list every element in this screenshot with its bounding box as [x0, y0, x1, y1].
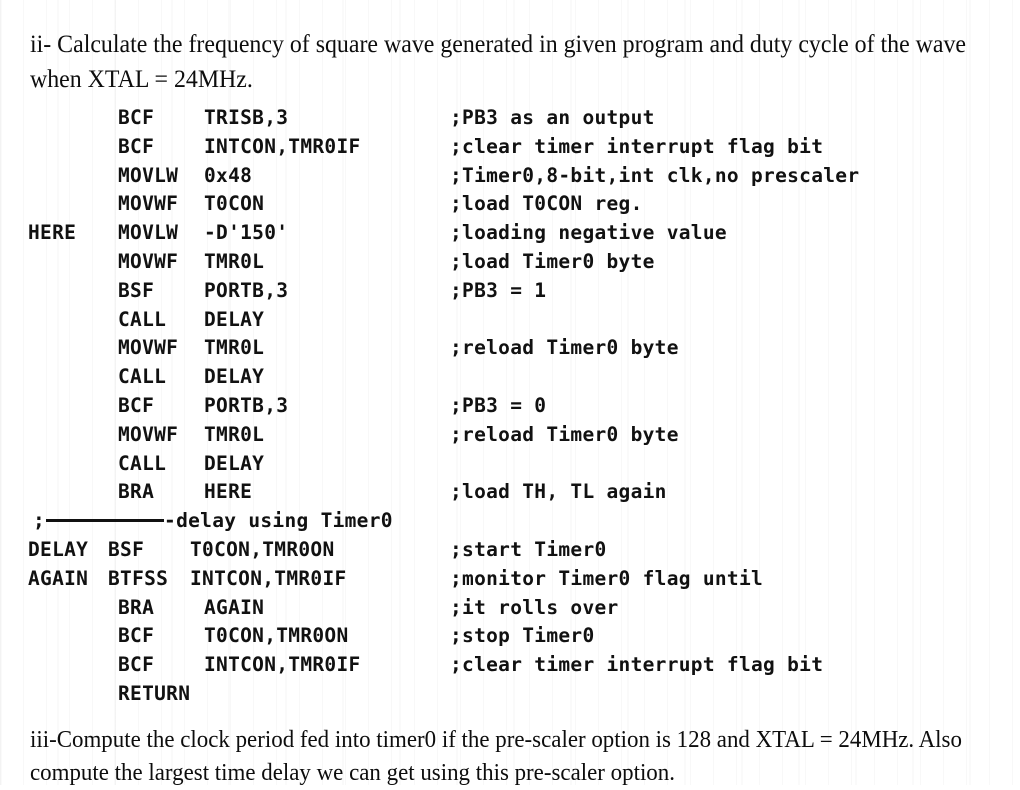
code-line: BRA HERE ;load TH, TL again	[0, 478, 1020, 507]
code-line: MOVWF TMR0L ;load Timer0 byte	[0, 248, 1020, 277]
code-comment: ;PB3 = 0	[450, 393, 547, 417]
code-comment: ;reload Timer0 byte	[450, 422, 679, 446]
intro-paragraph: ii- Calculate the frequency of square wa…	[30, 31, 973, 93]
code-line: MOVWF TMR0L ;reload Timer0 byte	[0, 421, 1020, 450]
code-line: BCF PORTB,3 ;PB3 = 0	[0, 392, 1020, 421]
code-line: HERE MOVLW -D'150' ;loading negative value	[0, 219, 1020, 248]
code-comment: ;load T0CON reg.	[450, 192, 643, 216]
code-line: CALL DELAY	[0, 363, 1020, 392]
assembly-code-listing: BCF TRISB,3 ;PB3 as an output BCF INTCON,TMR…	[0, 104, 1020, 709]
code-mnemonic: CALL	[118, 451, 167, 475]
separator-text: -delay using Timer0	[164, 509, 393, 533]
code-operand: TMR0L	[204, 336, 265, 360]
code-operand: DELAY	[204, 365, 265, 389]
code-mnemonic: BRA	[118, 480, 155, 504]
scanned-page: ii- Calculate the frequency of square wa…	[0, 0, 1020, 786]
code-line: MOVLW 0x48 ;Timer0,8-bit,int clk,no presca…	[0, 162, 1020, 191]
code-mnemonic: BCF	[118, 106, 155, 129]
code-operand: T0CON,TMR0ON	[190, 537, 335, 561]
code-mnemonic: BTFSS	[108, 566, 169, 590]
code-operand: AGAIN	[204, 595, 265, 619]
code-line: AGAIN BTFSS INTCON,TMR0IF ;monitor Timer0 f…	[0, 565, 1020, 594]
code-comment: ;monitor Timer0 flag until	[450, 566, 764, 590]
code-label: HERE	[28, 221, 77, 245]
code-operand: TMR0L	[204, 249, 265, 273]
code-label: AGAIN	[28, 566, 89, 590]
code-operand: TMR0L	[204, 422, 265, 446]
code-mnemonic: BCF	[118, 653, 155, 677]
code-operand: INTCON,TMR0IF	[204, 134, 361, 158]
code-operand: T0CON	[204, 192, 265, 216]
code-line: CALL DELAY	[0, 306, 1020, 335]
code-mnemonic: BRA	[118, 595, 155, 619]
code-mnemonic: BCF	[118, 393, 155, 417]
code-line: RETURN	[0, 680, 1020, 709]
code-line: BCF INTCON,TMR0IF ;clear timer interrupt f…	[0, 133, 1020, 162]
code-operand: PORTB,3	[204, 393, 289, 417]
code-line: MOVWF TMR0L ;reload Timer0 byte	[0, 334, 1020, 363]
code-line: DELAY BSF T0CON,TMR0ON ;start Timer0	[0, 536, 1020, 565]
code-mnemonic: BSF	[108, 537, 145, 561]
code-comment: ;load Timer0 byte	[450, 249, 655, 273]
code-comment: ;loading negative value	[450, 221, 727, 245]
code-operand: 0x48	[204, 163, 253, 187]
code-line: BSF PORTB,3 ;PB3 = 1	[0, 277, 1020, 306]
code-comment: ;PB3 as an output	[450, 106, 655, 129]
code-comment: ;Timer0,8-bit,int clk,no prescaler	[450, 163, 860, 187]
code-line: MOVWF T0CON ;load T0CON reg.	[0, 190, 1020, 219]
code-mnemonic: BCF	[118, 624, 155, 648]
code-mnemonic: CALL	[118, 307, 167, 331]
code-comment: ;PB3 = 1	[450, 278, 547, 302]
code-operand: DELAY	[204, 307, 265, 331]
separator-semicolon: ;	[33, 509, 46, 533]
code-mnemonic: MOVWF	[118, 249, 179, 273]
code-operand: -D'150'	[204, 221, 289, 245]
code-operand: INTCON,TMR0IF	[190, 566, 347, 590]
code-line: CALL DELAY	[0, 450, 1020, 479]
code-comment: ;load TH, TL again	[450, 480, 667, 504]
code-operand: HERE	[204, 480, 253, 504]
code-label: DELAY	[28, 537, 89, 561]
code-mnemonic: CALL	[118, 365, 167, 389]
code-comment: ;stop Timer0	[450, 624, 595, 648]
code-mnemonic: MOVLW	[118, 163, 179, 187]
code-mnemonic: MOVWF	[118, 336, 179, 360]
separator-rule	[46, 518, 165, 522]
code-operand: TRISB,3	[204, 106, 289, 129]
code-line: BCF INTCON,TMR0IF ;clear timer interrupt f…	[0, 651, 1020, 680]
code-comment: ;start Timer0	[450, 537, 607, 561]
code-line: BRA AGAIN ;it rolls over	[0, 594, 1020, 623]
code-mnemonic: MOVLW	[118, 221, 179, 245]
code-operand: T0CON,TMR0ON	[204, 624, 349, 648]
code-operand: PORTB,3	[204, 278, 289, 302]
closing-paragraph: iii-Compute the clock period fed into ti…	[30, 727, 968, 786]
code-mnemonic: BCF	[118, 134, 155, 158]
code-mnemonic: BSF	[118, 278, 155, 302]
code-mnemonic: MOVWF	[118, 192, 179, 216]
code-mnemonic: RETURN	[118, 681, 191, 705]
code-operand: INTCON,TMR0IF	[204, 653, 361, 677]
code-comment: ;it rolls over	[450, 595, 619, 619]
code-comment: ;clear timer interrupt flag bit	[450, 134, 824, 158]
code-operand: DELAY	[204, 451, 265, 475]
code-line: BCF T0CON,TMR0ON ;stop Timer0	[0, 622, 1020, 651]
code-comment-separator: ; -delay using Timer0	[0, 507, 1020, 536]
code-mnemonic: MOVWF	[118, 422, 179, 446]
code-line: BCF TRISB,3 ;PB3 as an output	[0, 104, 1020, 133]
code-comment: ;reload Timer0 byte	[450, 336, 679, 360]
code-comment: ;clear timer interrupt flag bit	[450, 653, 824, 677]
